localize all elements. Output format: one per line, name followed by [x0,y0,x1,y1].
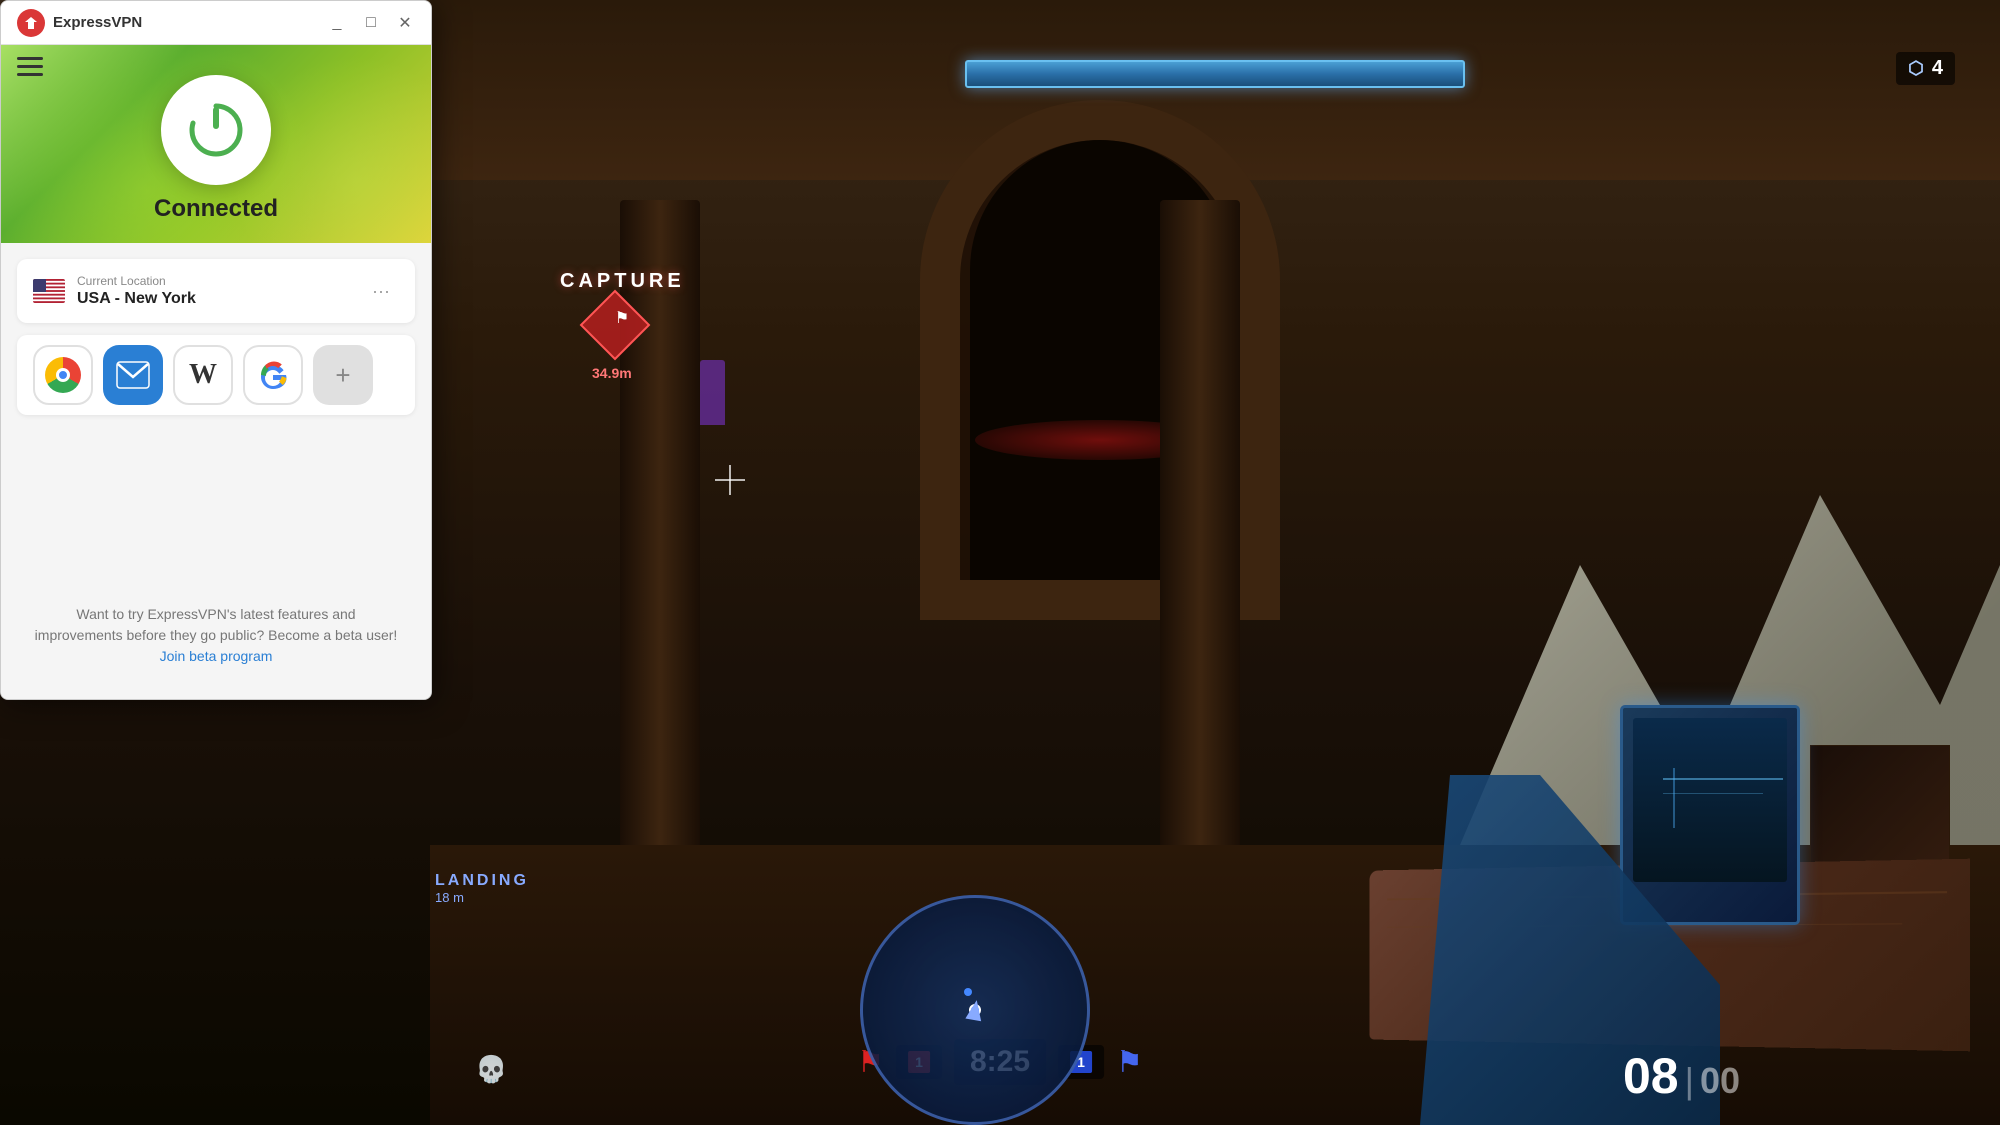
vpn-logo-area: ExpressVPN [17,9,142,37]
minimap [860,895,1090,1125]
right-pillar [1160,200,1240,900]
crosshair [715,465,745,495]
vpn-power-button[interactable] [161,75,271,185]
mail-icon [116,361,150,389]
mail-shortcut-button[interactable] [103,345,163,405]
minimize-button[interactable]: _ [327,13,347,33]
wikipedia-w-label: W [189,359,217,391]
location-info: Current Location USA - New York [77,274,196,308]
maximize-button[interactable]: □ [361,13,381,33]
capture-progress-bar [430,60,2000,88]
hud-blue-flag-icon: ⚑ [1116,1045,1143,1080]
scope-screen [1633,718,1787,882]
vpn-footer: Want to try ExpressVPN's latest features… [17,588,415,683]
capture-distance: 34.9m [592,365,632,381]
chrome-shortcut-button[interactable] [33,345,93,405]
close-button[interactable]: ✕ [395,13,415,33]
location-card[interactable]: Current Location USA - New York ··· [17,259,415,323]
vpn-window: ExpressVPN _ □ ✕ Connected [0,0,432,700]
spacer [17,427,415,576]
minimap-container: LANDING 18 m [430,895,660,1125]
us-flag-icon [33,279,65,303]
capture-bar-inner [965,60,1465,88]
capture-text: CAPTURE [560,270,685,293]
ammo-badge: ⬡ 4 [1896,52,1955,85]
ammo-separator: | [1685,1060,1694,1102]
add-icon-label: + [335,360,350,391]
location-info-left: Current Location USA - New York [33,274,196,308]
chrome-inner-circle [56,368,70,382]
vpn-promo-text: Want to try ExpressVPN's latest features… [33,604,399,646]
wikipedia-shortcut-button[interactable]: W [173,345,233,405]
location-label: Current Location [77,274,196,288]
hamburger-menu-button[interactable] [17,57,43,76]
add-shortcut-button[interactable]: + [313,345,373,405]
left-pillar [620,200,700,900]
vpn-body: Current Location USA - New York ··· [1,243,431,699]
google-shortcut-button[interactable] [243,345,303,405]
join-beta-link[interactable]: Join beta program [160,648,273,664]
ammo-display: 08 | 00 [1623,1047,1740,1105]
power-icon [187,101,245,159]
vpn-header: Connected [1,45,431,243]
ammo-reserve: 00 [1700,1060,1740,1102]
vpn-titlebar: ExpressVPN _ □ ✕ [1,1,431,45]
vpn-status-label: Connected [154,195,278,223]
vpn-logo-text: ExpressVPN [53,14,142,31]
minimap-label: LANDING [435,872,529,890]
weapon-scope [1620,705,1800,925]
location-more-button[interactable]: ··· [363,273,399,309]
location-value: USA - New York [77,290,196,308]
vpn-logo-icon [17,9,45,37]
enemy-character [700,360,725,425]
vpn-window-controls: _ □ ✕ [327,13,415,33]
google-icon [256,358,290,392]
app-shortcuts: W + [17,335,415,415]
ammo-current: 08 [1623,1047,1679,1105]
minimap-distance: 18 m [435,890,464,905]
